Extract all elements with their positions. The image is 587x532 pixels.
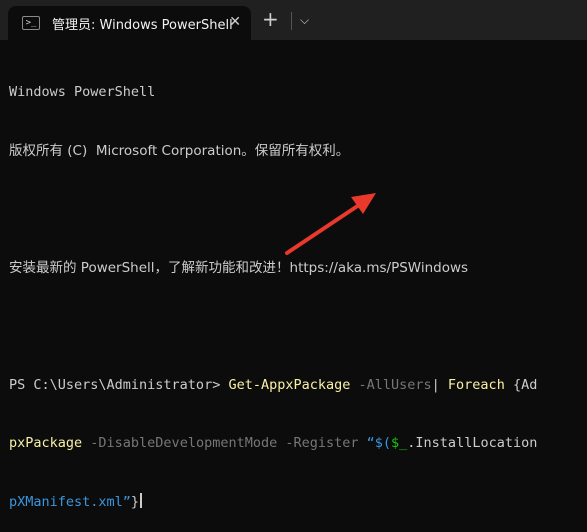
cmdlet-foreach: Foreach	[447, 376, 505, 393]
command-line: PS C:\Users\Administrator> Get-AppxPacka…	[9, 376, 587, 396]
arrow-shaft	[285, 201, 364, 255]
annotation-arrow-icon	[285, 193, 376, 255]
variable-underscore: $_	[391, 435, 408, 451]
pipe: |	[431, 376, 448, 393]
prompt: PS C:\Users\Administrator>	[9, 376, 229, 393]
cmdlet-add-appxpackage: pxPackage	[9, 435, 83, 451]
cmdlet-get-appxpackage: Get-AppxPackage	[228, 376, 351, 393]
string-manifest: pXManifest.xml”	[9, 493, 131, 510]
brace-close: }	[130, 493, 140, 510]
param-register: -Register	[277, 435, 359, 451]
string-open: “$(	[358, 435, 392, 451]
command-line-wrap-2: pXManifest.xml”}	[9, 492, 587, 513]
brace-open: {Ad	[504, 376, 538, 393]
text-cursor	[140, 492, 143, 508]
param-allusers: -AllUsers	[350, 376, 432, 393]
arrow-head	[351, 193, 376, 214]
command-line-wrap-1: pxPackage -DisableDevelopmentMode -Regis…	[9, 434, 587, 454]
param-disable-dev-mode: -DisableDevelopmentMode	[82, 435, 278, 451]
property-installlocation: .InstallLocation	[407, 435, 538, 451]
